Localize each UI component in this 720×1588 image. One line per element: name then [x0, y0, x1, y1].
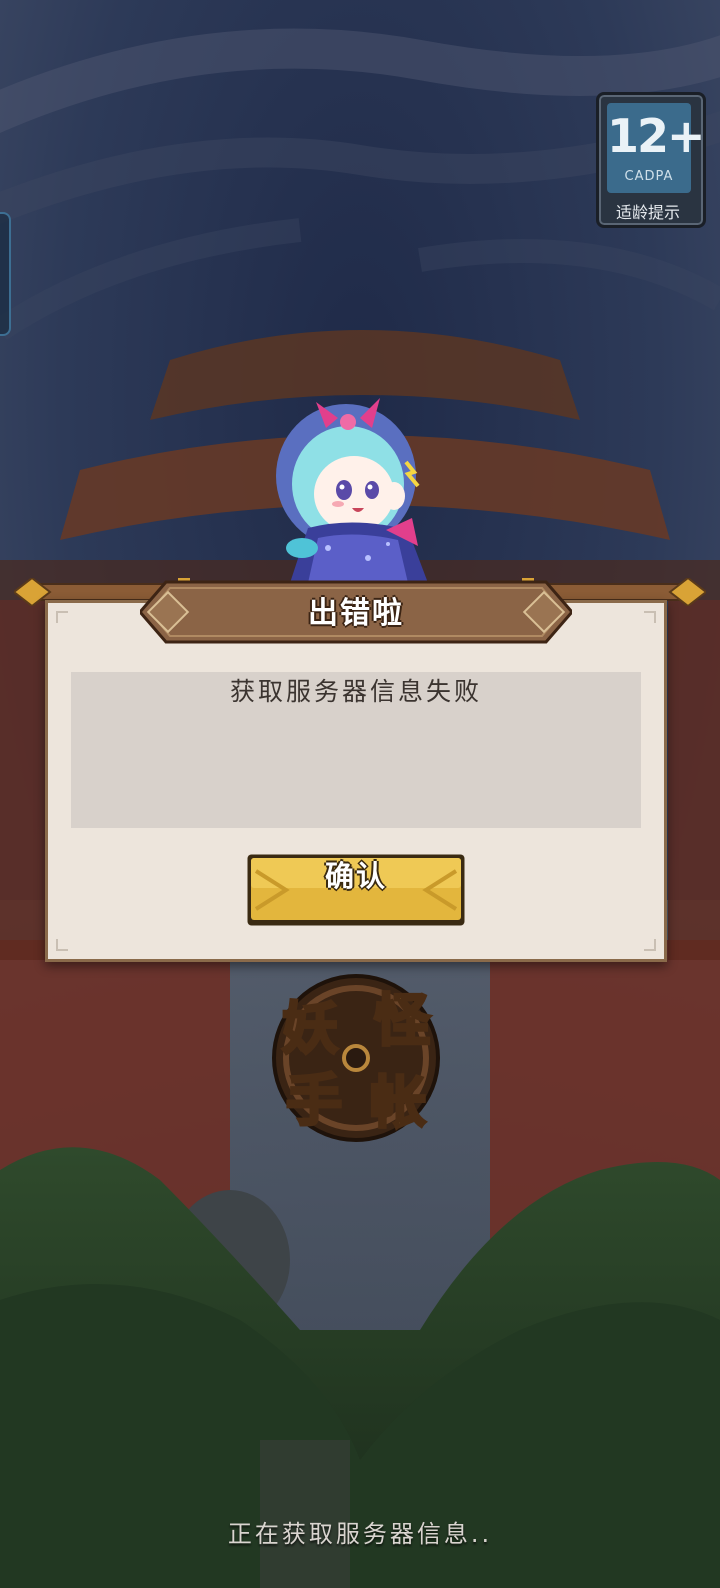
logo-char-2: 怪 — [374, 989, 431, 1054]
confirm-button[interactable]: 确认 — [246, 853, 466, 927]
age-rating-hint: 适龄提示 — [615, 203, 680, 222]
dialog-title: 出错啦 — [308, 596, 404, 631]
message-box: 获取服务器信息失败 — [71, 672, 641, 828]
game-logo-emblem: 妖 怪 手 帐 — [272, 974, 440, 1142]
cadpa-age-rating-badge[interactable]: 12+ CADPA 适龄提示 — [596, 92, 706, 228]
side-drawer-handle[interactable] — [0, 212, 11, 336]
panel-corner-ornament — [56, 939, 68, 951]
age-rating-panel: 12+ CADPA — [607, 103, 706, 193]
logo-char-4: 帐 — [370, 1071, 426, 1136]
age-rating-org: CADPA — [624, 169, 674, 184]
character-portrait — [276, 398, 428, 583]
logo-char-3: 手 — [286, 1069, 342, 1134]
confirm-button-label: 确认 — [324, 859, 387, 893]
panel-corner-ornament — [56, 611, 68, 623]
panel-corner-ornament — [644, 939, 656, 951]
panel-corner-ornament — [644, 611, 656, 623]
logo-char-1: 妖 — [282, 997, 338, 1062]
game-screen: 12+ CADPA 适龄提示 出错啦 获取服务器信息失败 确认 妖 怪 手 帐 … — [0, 0, 720, 1588]
error-message: 获取服务器信息失败 — [229, 677, 482, 706]
age-rating-number: 12+ — [607, 109, 706, 163]
loading-status: 正在获取服务器信息.. — [227, 1520, 493, 1548]
